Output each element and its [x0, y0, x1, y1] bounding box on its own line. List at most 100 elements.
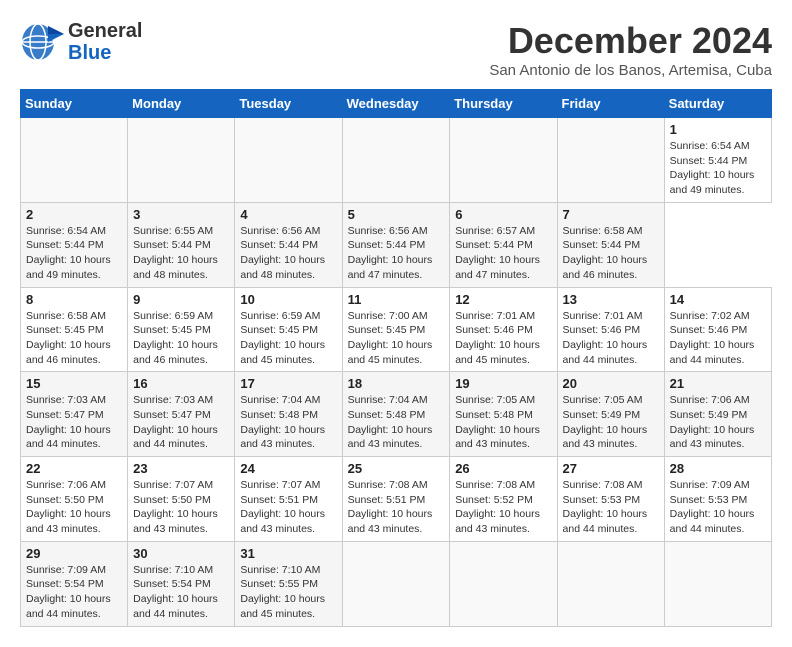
calendar-day-cell: 15Sunrise: 7:03 AM Sunset: 5:47 PM Dayli… — [21, 372, 128, 457]
day-info: Sunrise: 7:01 AM Sunset: 5:46 PM Dayligh… — [563, 309, 659, 368]
title-section: December 2024 San Antonio de los Banos, … — [489, 20, 772, 79]
day-number: 20 — [563, 376, 659, 391]
day-info: Sunrise: 7:02 AM Sunset: 5:46 PM Dayligh… — [670, 309, 766, 368]
calendar-empty-cell — [128, 118, 235, 203]
day-info: Sunrise: 7:00 AM Sunset: 5:45 PM Dayligh… — [348, 309, 445, 368]
calendar-empty-cell — [342, 118, 450, 203]
day-info: Sunrise: 7:08 AM Sunset: 5:53 PM Dayligh… — [563, 478, 659, 537]
calendar-week-row: 2 Sunrise: 6:54 AM Sunset: 5:44 PM Daylig… — [21, 202, 772, 287]
calendar-day-cell: 10 Sunrise: 6:59 AM Sunset: 5:45 PM Dayli… — [235, 287, 342, 372]
calendar-day-cell: 23 Sunrise: 7:07 AM Sunset: 5:50 PM Dayli… — [128, 457, 235, 542]
calendar-week-row: 8Sunrise: 6:58 AM Sunset: 5:45 PM Daylig… — [21, 287, 772, 372]
day-info: Sunrise: 6:57 AM Sunset: 5:44 PM Dayligh… — [455, 224, 551, 283]
col-header-friday: Friday — [557, 90, 664, 118]
calendar-day-cell: 29Sunrise: 7:09 AM Sunset: 5:54 PM Dayli… — [21, 541, 128, 626]
calendar-day-cell: 28Sunrise: 7:09 AM Sunset: 5:53 PM Dayli… — [664, 457, 771, 542]
col-header-saturday: Saturday — [664, 90, 771, 118]
calendar-header-row: SundayMondayTuesdayWednesdayThursdayFrid… — [21, 90, 772, 118]
calendar-week-row: 15Sunrise: 7:03 AM Sunset: 5:47 PM Dayli… — [21, 372, 772, 457]
day-number: 9 — [133, 292, 229, 307]
day-number: 6 — [455, 207, 551, 222]
calendar-week-row: 1 Sunrise: 6:54 AM Sunset: 5:44 PM Daylig… — [21, 118, 772, 203]
day-info: Sunrise: 7:03 AM Sunset: 5:47 PM Dayligh… — [26, 393, 122, 452]
calendar-day-cell: 11 Sunrise: 7:00 AM Sunset: 5:45 PM Dayli… — [342, 287, 450, 372]
calendar-week-row: 22Sunrise: 7:06 AM Sunset: 5:50 PM Dayli… — [21, 457, 772, 542]
day-info: Sunrise: 7:06 AM Sunset: 5:49 PM Dayligh… — [670, 393, 766, 452]
day-number: 13 — [563, 292, 659, 307]
day-number: 29 — [26, 546, 122, 561]
day-info: Sunrise: 7:08 AM Sunset: 5:52 PM Dayligh… — [455, 478, 551, 537]
col-header-monday: Monday — [128, 90, 235, 118]
calendar-day-cell: 3 Sunrise: 6:55 AM Sunset: 5:44 PM Daylig… — [128, 202, 235, 287]
day-info: Sunrise: 7:04 AM Sunset: 5:48 PM Dayligh… — [348, 393, 445, 452]
page-title: December 2024 — [489, 20, 772, 62]
day-info: Sunrise: 7:06 AM Sunset: 5:50 PM Dayligh… — [26, 478, 122, 537]
day-info: Sunrise: 7:05 AM Sunset: 5:48 PM Dayligh… — [455, 393, 551, 452]
calendar-day-cell: 22Sunrise: 7:06 AM Sunset: 5:50 PM Dayli… — [21, 457, 128, 542]
day-info: Sunrise: 6:56 AM Sunset: 5:44 PM Dayligh… — [348, 224, 445, 283]
page-header: General Blue December 2024 San Antonio d… — [20, 20, 772, 79]
logo-icon — [20, 22, 64, 62]
calendar-day-cell: 2 Sunrise: 6:54 AM Sunset: 5:44 PM Daylig… — [21, 202, 128, 287]
calendar-day-cell: 18Sunrise: 7:04 AM Sunset: 5:48 PM Dayli… — [342, 372, 450, 457]
calendar-day-cell: 25Sunrise: 7:08 AM Sunset: 5:51 PM Dayli… — [342, 457, 450, 542]
day-number: 8 — [26, 292, 122, 307]
day-info: Sunrise: 7:05 AM Sunset: 5:49 PM Dayligh… — [563, 393, 659, 452]
day-info: Sunrise: 7:08 AM Sunset: 5:51 PM Dayligh… — [348, 478, 445, 537]
day-info: Sunrise: 6:54 AM Sunset: 5:44 PM Dayligh… — [670, 139, 766, 198]
calendar-day-cell: 17Sunrise: 7:04 AM Sunset: 5:48 PM Dayli… — [235, 372, 342, 457]
calendar-day-cell — [557, 541, 664, 626]
day-number: 23 — [133, 461, 229, 476]
day-number: 7 — [563, 207, 659, 222]
calendar-table: SundayMondayTuesdayWednesdayThursdayFrid… — [20, 89, 772, 627]
calendar-day-cell: 31Sunrise: 7:10 AM Sunset: 5:55 PM Dayli… — [235, 541, 342, 626]
page-subtitle: San Antonio de los Banos, Artemisa, Cuba — [489, 62, 772, 79]
col-header-wednesday: Wednesday — [342, 90, 450, 118]
calendar-day-cell — [450, 541, 557, 626]
day-number: 17 — [240, 376, 336, 391]
day-number: 1 — [670, 122, 766, 137]
calendar-day-cell: 19 Sunrise: 7:05 AM Sunset: 5:48 PM Dayli… — [450, 372, 557, 457]
day-number: 16 — [133, 376, 229, 391]
day-info: Sunrise: 7:03 AM Sunset: 5:47 PM Dayligh… — [133, 393, 229, 452]
logo-text-blue: Blue — [68, 42, 142, 64]
day-info: Sunrise: 6:54 AM Sunset: 5:44 PM Dayligh… — [26, 224, 122, 283]
calendar-day-cell: 12Sunrise: 7:01 AM Sunset: 5:46 PM Dayli… — [450, 287, 557, 372]
day-number: 27 — [563, 461, 659, 476]
day-info: Sunrise: 7:07 AM Sunset: 5:51 PM Dayligh… — [240, 478, 336, 537]
calendar-day-cell: 26 Sunrise: 7:08 AM Sunset: 5:52 PM Dayli… — [450, 457, 557, 542]
calendar-day-cell — [664, 541, 771, 626]
calendar-week-row: 29Sunrise: 7:09 AM Sunset: 5:54 PM Dayli… — [21, 541, 772, 626]
day-number: 19 — [455, 376, 551, 391]
day-number: 11 — [348, 292, 445, 307]
col-header-sunday: Sunday — [21, 90, 128, 118]
day-info: Sunrise: 7:09 AM Sunset: 5:53 PM Dayligh… — [670, 478, 766, 537]
day-info: Sunrise: 6:58 AM Sunset: 5:44 PM Dayligh… — [563, 224, 659, 283]
col-header-thursday: Thursday — [450, 90, 557, 118]
day-number: 26 — [455, 461, 551, 476]
calendar-day-cell: 8Sunrise: 6:58 AM Sunset: 5:45 PM Daylig… — [21, 287, 128, 372]
calendar-day-cell: 5 Sunrise: 6:56 AM Sunset: 5:44 PM Daylig… — [342, 202, 450, 287]
day-info: Sunrise: 6:55 AM Sunset: 5:44 PM Dayligh… — [133, 224, 229, 283]
calendar-day-cell: 6 Sunrise: 6:57 AM Sunset: 5:44 PM Daylig… — [450, 202, 557, 287]
day-info: Sunrise: 6:59 AM Sunset: 5:45 PM Dayligh… — [240, 309, 336, 368]
calendar-day-cell: 16 Sunrise: 7:03 AM Sunset: 5:47 PM Dayli… — [128, 372, 235, 457]
day-number: 5 — [348, 207, 445, 222]
calendar-day-cell: 4Sunrise: 6:56 AM Sunset: 5:44 PM Daylig… — [235, 202, 342, 287]
col-header-tuesday: Tuesday — [235, 90, 342, 118]
day-number: 3 — [133, 207, 229, 222]
day-number: 4 — [240, 207, 336, 222]
calendar-empty-cell — [450, 118, 557, 203]
day-number: 30 — [133, 546, 229, 561]
day-number: 24 — [240, 461, 336, 476]
calendar-empty-cell — [235, 118, 342, 203]
day-number: 10 — [240, 292, 336, 307]
calendar-day-cell: 27 Sunrise: 7:08 AM Sunset: 5:53 PM Dayli… — [557, 457, 664, 542]
logo-text-general: General — [68, 20, 142, 42]
calendar-day-cell — [342, 541, 450, 626]
day-info: Sunrise: 7:07 AM Sunset: 5:50 PM Dayligh… — [133, 478, 229, 537]
day-number: 2 — [26, 207, 122, 222]
calendar-empty-cell — [21, 118, 128, 203]
calendar-day-cell: 7 Sunrise: 6:58 AM Sunset: 5:44 PM Daylig… — [557, 202, 664, 287]
day-info: Sunrise: 6:59 AM Sunset: 5:45 PM Dayligh… — [133, 309, 229, 368]
